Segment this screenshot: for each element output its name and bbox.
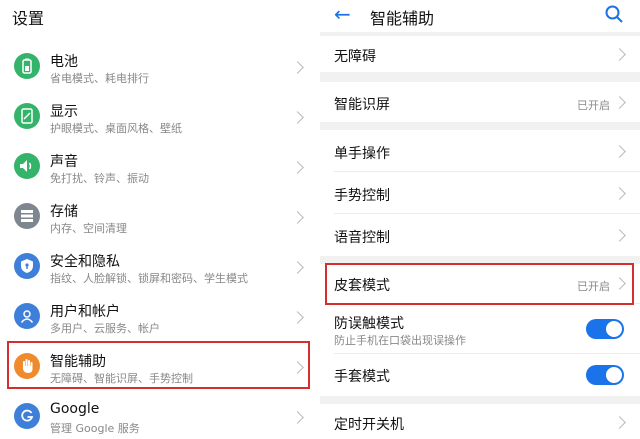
settings-item-desc: 多用户、云服务、帐户: [50, 322, 160, 335]
item-label: 语音控制: [334, 230, 390, 246]
settings-item-label: 安全和隐私: [50, 254, 120, 270]
chevron-right-icon: [291, 411, 304, 424]
smart-screen-item[interactable]: 智能识屏 已开启: [320, 82, 640, 122]
chevron-right-icon: [613, 187, 626, 200]
chevron-right-icon: [613, 416, 626, 429]
gesture-control-item[interactable]: 手势控制: [320, 172, 640, 214]
google-icon: [14, 403, 40, 429]
chevron-right-icon: [291, 111, 304, 124]
toggle-knob: [606, 367, 622, 383]
chevron-right-icon: [613, 145, 626, 158]
status-value: 已开启: [577, 99, 610, 112]
settings-item-label: 用户和帐户: [50, 304, 120, 320]
smart-assist-header: ← 智能辅助: [320, 0, 640, 32]
voice-control-item[interactable]: 语音控制: [320, 214, 640, 256]
back-arrow-icon[interactable]: ←: [334, 2, 351, 26]
item-label: 智能识屏: [334, 97, 390, 113]
item-label: 无障碍: [334, 49, 376, 65]
toggle-knob: [606, 321, 622, 337]
settings-item-desc: 免打扰、铃声、振动: [50, 172, 149, 185]
settings-item-desc: 管理 Google 服务: [50, 422, 140, 435]
one-hand-mode-item[interactable]: 单手操作: [320, 130, 640, 172]
search-icon[interactable]: [604, 4, 624, 24]
settings-item-desc: 内存、空间清理: [50, 222, 127, 235]
settings-item-label: 电池: [50, 54, 78, 70]
item-label: 单手操作: [334, 146, 390, 162]
display-icon: [14, 103, 40, 129]
settings-item-desc: 护眼模式、桌面风格、壁纸: [50, 122, 182, 135]
settings-item-users[interactable]: 用户和帐户 多用户、云服务、帐户: [0, 292, 316, 342]
item-label: 防误触模式: [334, 316, 404, 332]
highlight-box: [7, 341, 310, 389]
chevron-right-icon: [291, 311, 304, 324]
glove-mode-toggle[interactable]: [586, 365, 624, 385]
settings-item-storage[interactable]: 存储 内存、空间清理: [0, 192, 316, 242]
settings-item-label: 存储: [50, 204, 78, 220]
settings-item-security[interactable]: 安全和隐私 指纹、人脸解锁、锁屏和密码、学生模式: [0, 242, 316, 292]
item-desc: 防止手机在口袋出现误操作: [334, 334, 466, 347]
glove-mode-item[interactable]: 手套模式: [320, 354, 640, 396]
chevron-right-icon: [613, 48, 626, 61]
chevron-right-icon: [291, 211, 304, 224]
settings-item-desc: 省电模式、耗电排行: [50, 72, 149, 85]
scheduled-power-item[interactable]: 定时开关机: [320, 404, 640, 439]
item-label: 手套模式: [334, 369, 390, 385]
settings-item-label: Google: [50, 401, 100, 417]
chevron-right-icon: [291, 161, 304, 174]
page-title: 智能辅助: [370, 9, 435, 28]
battery-icon: [14, 53, 40, 79]
item-label: 定时开关机: [334, 417, 404, 433]
chevron-right-icon: [291, 61, 304, 74]
anti-touch-mode-item[interactable]: 防误触模式 防止手机在口袋出现误操作: [320, 304, 640, 354]
settings-item-label: 声音: [50, 154, 78, 170]
item-label: 手势控制: [334, 188, 390, 204]
smart-assist-panel: ← 智能辅助 无障碍 智能识屏 已开启 单手操作 手势控制 语音控制 皮套模式 …: [320, 0, 640, 439]
page-title: 设置: [12, 9, 45, 28]
accessibility-item[interactable]: 无障碍: [320, 36, 640, 72]
settings-item-label: 显示: [50, 104, 78, 120]
settings-header: 设置: [0, 0, 316, 32]
settings-item-sound[interactable]: 声音 免打扰、铃声、振动: [0, 142, 316, 192]
settings-item-battery[interactable]: 电池 省电模式、耗电排行: [0, 42, 316, 92]
chevron-right-icon: [291, 261, 304, 274]
chevron-right-icon: [613, 96, 626, 109]
highlight-box: [325, 263, 634, 305]
sound-icon: [14, 153, 40, 179]
settings-item-display[interactable]: 显示 护眼模式、桌面风格、壁纸: [0, 92, 316, 142]
settings-item-google[interactable]: Google 管理 Google 服务: [0, 392, 316, 439]
anti-touch-toggle[interactable]: [586, 319, 624, 339]
shield-icon: [14, 253, 40, 279]
storage-icon: [14, 203, 40, 229]
chevron-right-icon: [613, 229, 626, 242]
settings-item-desc: 指纹、人脸解锁、锁屏和密码、学生模式: [50, 272, 248, 285]
settings-panel: 设置 电池 省电模式、耗电排行 显示 护眼模式、桌面风格、壁纸 声音 免打扰、铃…: [0, 0, 316, 439]
user-icon: [14, 303, 40, 329]
